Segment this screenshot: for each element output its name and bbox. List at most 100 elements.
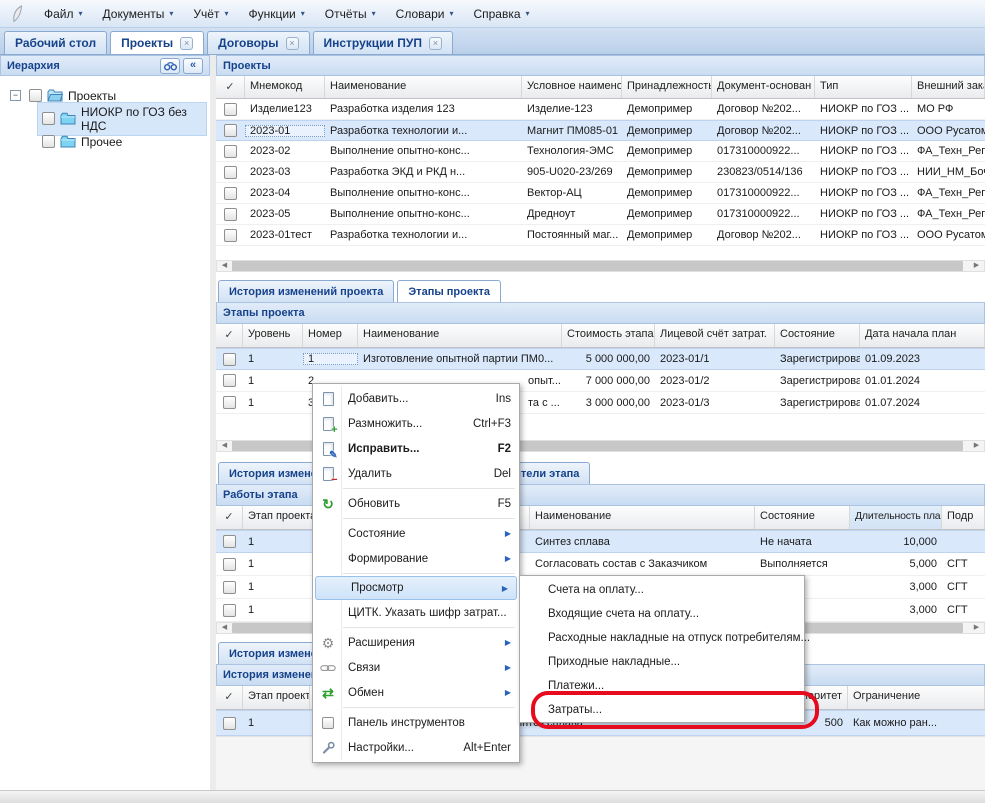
table-row[interactable]: 2023-02Выполнение опытно-конс...Технолог… [216, 141, 985, 162]
scroll-right-icon[interactable]: ▶ [969, 441, 984, 451]
row-checkbox[interactable] [224, 166, 237, 179]
column-header[interactable]: ✓ [216, 324, 243, 347]
cell: Дредноут [522, 208, 622, 220]
column-header[interactable]: Документ-основан [712, 76, 815, 98]
scroll-left-icon[interactable]: ◀ [217, 261, 232, 271]
row-checkbox[interactable] [224, 103, 237, 116]
row-checkbox[interactable] [223, 535, 236, 548]
context-menu-item[interactable]: ЦИТК. Указать шифр затрат... [313, 600, 519, 625]
row-checkbox[interactable] [223, 581, 236, 594]
context-menu-item[interactable]: УдалитьDel [313, 461, 519, 486]
menubar-item[interactable]: Документы▾ [93, 3, 184, 25]
submenu-item[interactable]: Счета на оплату... [520, 578, 804, 602]
context-menu-item[interactable]: Просмотр▶ [315, 576, 517, 600]
column-header[interactable]: Наименование [325, 76, 522, 98]
column-header[interactable]: Этап проекта [243, 686, 310, 709]
column-header[interactable]: Подр [942, 506, 985, 529]
tab[interactable]: Договоры× [207, 31, 309, 54]
context-menu-item[interactable]: ⇄Обмен▶ [313, 680, 519, 705]
tree-checkbox[interactable] [42, 112, 55, 125]
column-header[interactable]: ✓ [216, 506, 243, 529]
table-row[interactable]: 2023-05Выполнение опытно-конс...Дредноут… [216, 204, 985, 225]
context-menu-item[interactable]: Панель инструментов [313, 710, 519, 735]
column-header[interactable]: Тип [815, 76, 912, 98]
tab[interactable]: Инструкции ПУП× [313, 31, 453, 54]
row-checkbox[interactable] [223, 374, 236, 387]
context-menu-item[interactable]: Формирование▶ [313, 546, 519, 571]
context-menu-item[interactable]: Размножить...Ctrl+F3 [313, 411, 519, 436]
tree-item[interactable]: НИОКР по ГОЗ без НДС [4, 107, 206, 130]
column-header[interactable]: Ограничение [848, 686, 985, 709]
context-menu-item[interactable]: Связи▶ [313, 655, 519, 680]
column-header[interactable]: Длительность план▼ [850, 506, 942, 529]
column-header[interactable]: Наименование [530, 506, 755, 529]
row-checkbox[interactable] [223, 604, 236, 617]
menubar-item[interactable]: Функции▾ [238, 3, 314, 25]
submenu-item[interactable]: Расходные накладные на отпуск потребител… [520, 626, 804, 650]
column-header[interactable]: Лицевой счёт затрат. [655, 324, 775, 347]
row-checkbox[interactable] [223, 353, 236, 366]
table-row[interactable]: Изделие123Разработка изделия 123Изделие-… [216, 99, 985, 120]
context-menu-item[interactable]: ⚙Расширения▶ [313, 630, 519, 655]
tab-close-icon[interactable]: × [180, 37, 193, 50]
table-row[interactable]: 2023-01тестРазработка технологии и...Пос… [216, 225, 985, 246]
menubar-item[interactable]: Отчёты▾ [315, 3, 386, 25]
row-checkbox[interactable] [224, 145, 237, 158]
tree-checkbox[interactable] [42, 135, 55, 148]
scroll-right-icon[interactable]: ▶ [969, 261, 984, 271]
column-header[interactable]: Дата начала план [860, 324, 985, 347]
submenu-item[interactable]: Приходные накладные... [520, 650, 804, 674]
column-header[interactable]: Состояние [775, 324, 860, 347]
column-header[interactable]: Наименование [358, 324, 562, 347]
menu-item-label: Исправить... [340, 443, 490, 455]
row-checkbox[interactable] [224, 187, 237, 200]
scroll-left-icon[interactable]: ◀ [217, 441, 232, 451]
table-row[interactable]: 2023-03Разработка ЭКД и РКД н...905-U020… [216, 162, 985, 183]
cell: 2023-01 [245, 125, 325, 137]
row-checkbox[interactable] [223, 558, 236, 571]
column-header[interactable]: Уровень [243, 324, 303, 347]
row-checkbox[interactable] [223, 396, 236, 409]
column-header[interactable]: Номер [303, 324, 358, 347]
tab-close-icon[interactable]: × [286, 37, 299, 50]
tab[interactable]: Этапы проекта [397, 280, 501, 302]
tab[interactable]: Проекты× [110, 31, 204, 54]
menubar-item[interactable]: Словари▾ [386, 3, 464, 25]
context-menu-item[interactable]: ↻ОбновитьF5 [313, 491, 519, 516]
tab-close-icon[interactable]: × [429, 37, 442, 50]
column-header[interactable]: Принадлежность [622, 76, 712, 98]
column-header[interactable]: ✓ [216, 76, 245, 98]
menubar-item[interactable]: Файл▾ [34, 3, 93, 25]
column-header[interactable]: Мнемокод [245, 76, 325, 98]
context-menu-item[interactable]: Исправить...F2 [313, 436, 519, 461]
collapse-left-icon[interactable]: « [183, 58, 203, 74]
row-checkbox[interactable] [224, 208, 237, 221]
context-menu-item[interactable]: Настройки...Alt+Enter [313, 735, 519, 760]
column-header[interactable]: Состояние [755, 506, 850, 529]
binoculars-icon[interactable] [160, 58, 180, 74]
tree-expander-icon[interactable]: − [10, 90, 21, 101]
table-row[interactable]: 2023-04Выполнение опытно-конс...Вектор-А… [216, 183, 985, 204]
column-header[interactable]: ✓ [216, 686, 243, 709]
scroll-right-icon[interactable]: ▶ [969, 623, 984, 633]
column-header[interactable]: Условное наименова [522, 76, 622, 98]
scrollbar-thumb[interactable] [232, 261, 963, 271]
column-header[interactable]: Стоимость этапа [562, 324, 655, 347]
table-row[interactable]: 2023-01Разработка технологии и...Магнит … [216, 120, 985, 141]
tab[interactable]: История изменений проекта [218, 280, 394, 302]
row-checkbox[interactable] [223, 717, 236, 730]
row-checkbox[interactable] [224, 229, 237, 242]
scroll-left-icon[interactable]: ◀ [217, 623, 232, 633]
context-menu-item[interactable]: Добавить...Ins [313, 386, 519, 411]
submenu-item[interactable]: Входящие счета на оплату... [520, 602, 804, 626]
tree-checkbox[interactable] [29, 89, 42, 102]
row-checkbox[interactable] [224, 124, 237, 137]
menubar-item[interactable]: Учёт▾ [183, 3, 238, 25]
tab[interactable]: Рабочий стол [4, 31, 107, 54]
menu-separator [343, 627, 515, 628]
horizontal-scrollbar[interactable]: ◀ ▶ [216, 260, 985, 272]
column-header[interactable]: Внешний заказчик [912, 76, 985, 98]
context-menu-item[interactable]: Состояние▶ [313, 521, 519, 546]
menubar-item[interactable]: Справка▾ [463, 3, 539, 25]
table-row[interactable]: 11Изготовление опытной партии ПМ0...5 00… [216, 348, 985, 370]
